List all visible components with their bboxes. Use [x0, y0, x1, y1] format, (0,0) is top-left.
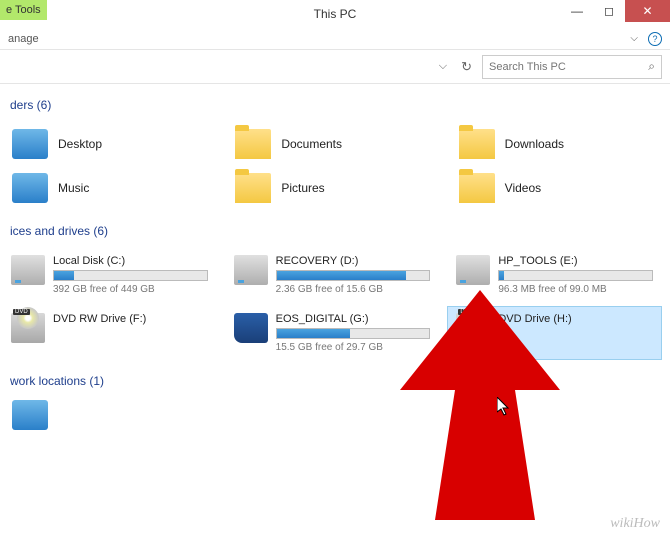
drive-eos-g[interactable]: EOS_DIGITAL (G:) 15.5 GB free of 29.7 GB — [225, 306, 440, 360]
minimize-button[interactable]: — — [561, 0, 593, 22]
folder-downloads[interactable]: Downloads — [447, 122, 670, 166]
titlebar: e Tools This PC — ◻ ✕ — [0, 0, 670, 28]
help-icon[interactable]: ? — [648, 32, 662, 46]
folder-label: Pictures — [281, 181, 324, 195]
section-header-drives[interactable]: ices and drives (6) — [0, 220, 670, 242]
folders-grid: Desktop Documents Downloads Music Pictur… — [0, 116, 670, 220]
dvd-icon: DVD — [11, 313, 45, 343]
dvd-icon: DVD — [456, 313, 490, 343]
search-box[interactable]: ⌕ — [482, 55, 662, 79]
folder-label: Music — [58, 181, 89, 195]
desktop-icon — [12, 129, 48, 159]
drive-name: HP_TOOLS (E:) — [498, 255, 653, 267]
dropdown-icon[interactable]: ⌵ — [435, 58, 451, 75]
drive-local-c[interactable]: Local Disk (C:) 392 GB free of 449 GB — [2, 248, 217, 302]
section-header-network[interactable]: work locations (1) — [0, 370, 670, 392]
window-controls: — ◻ ✕ — [561, 0, 670, 22]
drive-usage-bar — [53, 270, 208, 281]
hdd-icon — [11, 255, 45, 285]
refresh-icon[interactable]: ↻ — [457, 57, 476, 77]
drive-name: Local Disk (C:) — [53, 255, 208, 267]
drive-recovery-d[interactable]: RECOVERY (D:) 2.36 GB free of 15.6 GB — [225, 248, 440, 302]
hdd-icon — [456, 255, 490, 285]
folder-icon — [235, 129, 271, 159]
search-input[interactable] — [489, 61, 648, 73]
folder-label: Documents — [281, 137, 342, 151]
addressbar: ⌵ ↻ ⌕ — [0, 50, 670, 84]
drive-usage-bar — [498, 270, 653, 281]
hdd-icon — [234, 255, 268, 285]
network-location-item[interactable] — [0, 392, 670, 438]
drive-info: 96.3 MB free of 99.0 MB — [498, 284, 653, 295]
drive-hptools-e[interactable]: HP_TOOLS (E:) 96.3 MB free of 99.0 MB — [447, 248, 662, 302]
folder-icon — [459, 173, 495, 203]
drive-name: DVD RW Drive (F:) — [53, 313, 208, 325]
ribbon-tab-tools[interactable]: e Tools — [0, 0, 47, 20]
drive-info: 392 GB free of 449 GB — [53, 284, 208, 295]
ribbon-expand-icon[interactable]: ⌵ — [630, 33, 638, 44]
maximize-button[interactable]: ◻ — [593, 0, 625, 22]
network-icon — [12, 400, 48, 430]
music-icon — [12, 173, 48, 203]
folder-documents[interactable]: Documents — [223, 122, 446, 166]
folder-music[interactable]: Music — [0, 166, 223, 210]
watermark: wikiHow — [610, 516, 660, 532]
menu-item-manage[interactable]: anage — [4, 31, 43, 47]
folder-icon — [235, 173, 271, 203]
sd-card-icon — [234, 313, 268, 343]
drive-name: RECOVERY (D:) — [276, 255, 431, 267]
folder-label: Videos — [505, 181, 541, 195]
drive-dvdrw-f[interactable]: DVD DVD RW Drive (F:) — [2, 306, 217, 360]
drive-info: 2.36 GB free of 15.6 GB — [276, 284, 431, 295]
folder-videos[interactable]: Videos — [447, 166, 670, 210]
folder-desktop[interactable]: Desktop — [0, 122, 223, 166]
drive-usage-bar — [276, 270, 431, 281]
drive-name: DVD Drive (H:) — [498, 313, 653, 325]
menubar: anage ⌵ ? — [0, 28, 670, 50]
drive-dvd-h[interactable]: DVD DVD Drive (H:) — [447, 306, 662, 360]
drive-info: 15.5 GB free of 29.7 GB — [276, 342, 431, 353]
content-area: ders (6) Desktop Documents Downloads Mus… — [0, 84, 670, 448]
drive-usage-bar — [276, 328, 431, 339]
window-title: This PC — [314, 7, 357, 21]
close-button[interactable]: ✕ — [625, 0, 670, 22]
folder-label: Downloads — [505, 137, 564, 151]
search-icon[interactable]: ⌕ — [648, 59, 655, 74]
folder-icon — [459, 129, 495, 159]
folder-pictures[interactable]: Pictures — [223, 166, 446, 210]
drive-name: EOS_DIGITAL (G:) — [276, 313, 431, 325]
folder-label: Desktop — [58, 137, 102, 151]
section-header-folders[interactable]: ders (6) — [0, 94, 670, 116]
drives-grid: Local Disk (C:) 392 GB free of 449 GB RE… — [0, 242, 670, 370]
